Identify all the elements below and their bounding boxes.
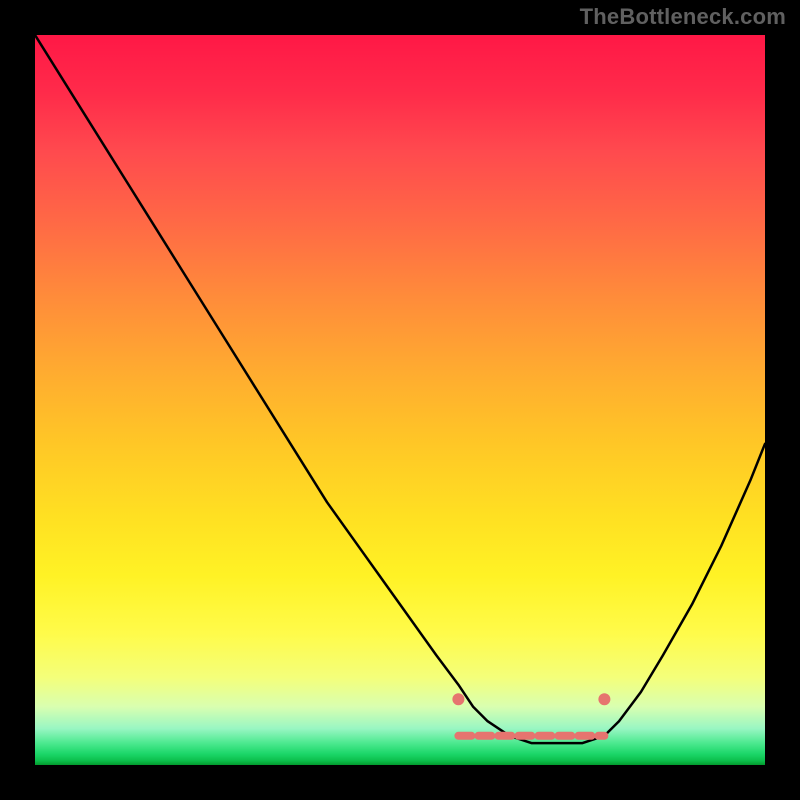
- marker-dot: [452, 693, 464, 705]
- bottleneck-curve: [35, 35, 765, 743]
- curve-overlay: [35, 35, 765, 765]
- marker-dot: [598, 693, 610, 705]
- marker-dots: [452, 693, 610, 705]
- plot-area: [35, 35, 765, 765]
- chart-container: TheBottleneck.com: [0, 0, 800, 800]
- watermark-text: TheBottleneck.com: [580, 4, 786, 30]
